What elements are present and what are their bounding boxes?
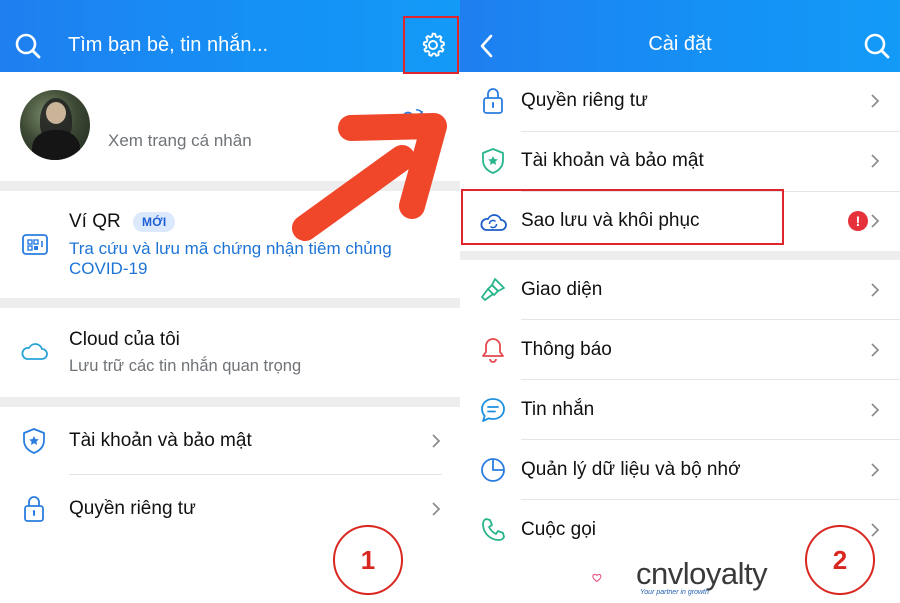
right-screen: Cài đặt Quyền riêng tư Tài khoản và bảo … bbox=[460, 0, 900, 603]
pie-chart-icon bbox=[481, 458, 505, 482]
divider bbox=[521, 379, 900, 380]
view-profile-link[interactable]: Xem trang cá nhân bbox=[108, 131, 252, 151]
heart-logo-icon bbox=[592, 573, 602, 583]
divider bbox=[521, 499, 900, 500]
settings-item-label: Giao diện bbox=[521, 279, 603, 300]
divider bbox=[521, 131, 900, 132]
avatar[interactable] bbox=[20, 90, 90, 160]
menu-item-label: Tài khoản và bảo mật bbox=[69, 430, 252, 451]
section-separator bbox=[460, 251, 900, 260]
settings-item-label: Quản lý dữ liệu và bộ nhớ bbox=[521, 459, 741, 480]
settings-item-label: Tài khoản và bảo mật bbox=[521, 150, 704, 171]
shield-icon bbox=[23, 428, 45, 454]
shield-icon bbox=[482, 148, 504, 174]
qr-wallet-subtitle-line2[interactable]: COVID-19 bbox=[69, 259, 147, 279]
backup-highlight-box bbox=[461, 189, 784, 245]
search-input[interactable]: Tìm bạn bè, tin nhắn... bbox=[68, 34, 268, 57]
settings-item-label: Tin nhắn bbox=[521, 399, 595, 420]
chevron-right-icon bbox=[871, 463, 880, 477]
divider bbox=[69, 474, 442, 475]
brush-icon bbox=[481, 278, 505, 301]
chevron-right-icon bbox=[871, 343, 880, 357]
chevron-right-icon bbox=[871, 214, 880, 228]
left-top-bar: Tìm bạn bè, tin nhắn... bbox=[0, 0, 460, 72]
chat-icon bbox=[481, 398, 505, 422]
divider bbox=[521, 439, 900, 440]
settings-highlight-box bbox=[403, 16, 459, 74]
chevron-right-icon bbox=[432, 502, 441, 516]
brand-logo-text: cnvloyalty bbox=[636, 556, 768, 591]
chevron-right-icon bbox=[432, 434, 441, 448]
lock-icon bbox=[483, 88, 503, 114]
alert-icon: ! bbox=[848, 211, 868, 231]
search-icon[interactable] bbox=[14, 32, 42, 60]
qr-wallet-icon bbox=[22, 234, 48, 255]
chevron-right-icon bbox=[871, 94, 880, 108]
new-badge: MỚI bbox=[133, 212, 176, 232]
left-screen: Tìm bạn bè, tin nhắn... Xem trang cá nhâ… bbox=[0, 0, 460, 603]
step-number-1: 1 bbox=[333, 525, 403, 595]
chevron-right-icon bbox=[871, 403, 880, 417]
section-separator bbox=[0, 181, 460, 191]
page-title: Cài đặt bbox=[648, 33, 712, 55]
settings-item-label: Quyền riêng tư bbox=[521, 90, 648, 111]
right-top-bar: Cài đặt bbox=[460, 0, 900, 72]
cloud-icon bbox=[21, 343, 48, 360]
brand-tagline: Your partner in growth bbox=[640, 589, 709, 596]
step-number-2: 2 bbox=[805, 525, 875, 595]
my-cloud-subtitle: Lưu trữ các tin nhắn quan trọng bbox=[69, 357, 302, 375]
chevron-right-icon bbox=[871, 154, 880, 168]
phone-icon bbox=[482, 518, 505, 541]
my-cloud-title[interactable]: Cloud của tôi bbox=[69, 329, 180, 351]
qr-wallet-title[interactable]: Ví QR bbox=[69, 211, 121, 233]
qr-wallet-subtitle-line1[interactable]: Tra cứu và lưu mã chứng nhận tiêm chủng bbox=[69, 239, 392, 259]
bell-icon bbox=[482, 338, 504, 363]
divider bbox=[521, 319, 900, 320]
chevron-right-icon bbox=[871, 283, 880, 297]
section-separator bbox=[0, 397, 460, 407]
settings-item-label: Cuộc gọi bbox=[521, 519, 596, 540]
menu-item-label: Quyền riêng tư bbox=[69, 498, 196, 519]
switch-account-icon[interactable] bbox=[396, 106, 426, 136]
settings-item-label: Thông báo bbox=[521, 339, 612, 360]
chevron-right-icon bbox=[871, 523, 880, 537]
section-separator bbox=[0, 298, 460, 308]
search-icon[interactable] bbox=[863, 32, 891, 60]
lock-icon bbox=[24, 496, 44, 522]
